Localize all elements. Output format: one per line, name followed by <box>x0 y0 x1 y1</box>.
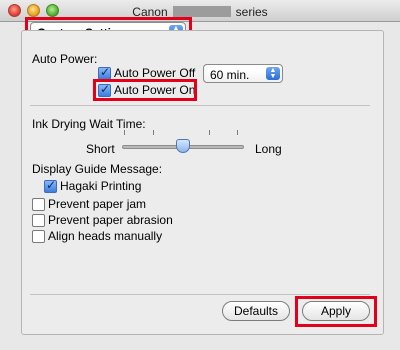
popup-arrows-icon: ▲▼ <box>266 67 280 80</box>
check-icon: ✓ <box>46 178 57 192</box>
redacted-model-name <box>172 6 231 18</box>
slider-tick <box>237 130 238 135</box>
section-divider <box>30 294 370 295</box>
hagaki-printing-label: Hagaki Printing <box>60 179 142 193</box>
auto-power-heading: Auto Power: <box>32 52 98 66</box>
auto-power-off-label: Auto Power Off <box>114 66 196 80</box>
align-heads-manually-checkbox[interactable] <box>32 230 45 243</box>
hagaki-printing-checkbox[interactable]: ✓ <box>44 178 57 193</box>
check-icon: ✓ <box>100 65 111 79</box>
window-title-suffix: series <box>235 4 268 19</box>
printer-utility-window: Canonseries Custom Settings ▲▼ Auto Powe… <box>0 0 400 350</box>
auto-power-off-time-value: 60 min. <box>210 68 250 82</box>
highlight-apply-button <box>295 296 377 327</box>
prevent-paper-abrasion-checkbox[interactable] <box>32 214 45 227</box>
defaults-button[interactable]: Defaults <box>222 301 290 321</box>
auto-power-off-time-popup[interactable]: 60 min. ▲ ▼ <box>203 64 283 83</box>
ink-drying-max-label: Long <box>255 142 282 156</box>
slider-tick <box>124 130 125 135</box>
ink-drying-min-label: Short <box>86 142 115 156</box>
slider-tick <box>209 130 210 135</box>
highlight-auto-power-on <box>93 79 197 101</box>
align-heads-manually-label: Align heads manually <box>48 229 163 243</box>
ink-drying-heading: Ink Drying Wait Time: <box>32 117 146 131</box>
prevent-paper-jam-label: Prevent paper jam <box>48 197 147 211</box>
ink-drying-slider-thumb[interactable] <box>176 139 190 153</box>
slider-tick <box>153 130 154 135</box>
section-divider <box>30 105 370 106</box>
prevent-paper-jam-checkbox[interactable] <box>32 198 45 211</box>
prevent-paper-abrasion-label: Prevent paper abrasion <box>48 213 173 227</box>
guide-message-heading: Display Guide Message: <box>32 162 163 176</box>
